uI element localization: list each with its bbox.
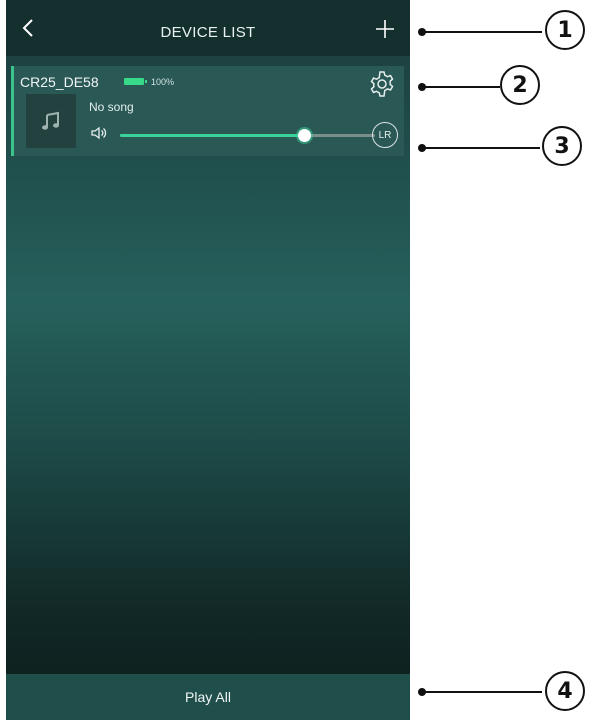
callout-dot: [418, 28, 426, 36]
callout-4: 4: [545, 671, 585, 711]
top-bar: DEVICE LIST: [6, 0, 410, 56]
add-device-button[interactable]: [374, 18, 396, 40]
callout-dot: [418, 144, 426, 152]
callout-line: [420, 147, 540, 149]
device-card[interactable]: CR25_DE58 100% No song LR: [11, 66, 404, 156]
callout-3: 3: [542, 126, 582, 166]
album-art: [26, 94, 76, 148]
plus-icon: [376, 20, 394, 38]
music-note-icon: [42, 111, 59, 130]
volume-slider-handle[interactable]: [297, 129, 311, 142]
callout-line: [420, 31, 542, 33]
device-name: CR25_DE58: [20, 74, 99, 90]
callout-dot: [418, 83, 426, 91]
callout-dot: [418, 688, 426, 696]
battery-icon: [124, 78, 147, 85]
channel-lr-button[interactable]: LR: [372, 122, 398, 148]
battery-percent: 100%: [151, 77, 175, 87]
play-all-button[interactable]: Play All: [6, 674, 410, 720]
page-title: DEVICE LIST: [160, 24, 256, 41]
callout-line: [420, 86, 500, 88]
volume-slider[interactable]: [120, 129, 375, 142]
app-screen: DEVICE LIST CR25_DE58 100% No song LR Pl…: [6, 0, 410, 720]
gear-icon: [370, 71, 394, 97]
callout-line: [420, 691, 542, 693]
callout-2: 2: [500, 65, 540, 105]
volume-icon: [90, 124, 108, 142]
song-title: No song: [89, 100, 134, 114]
callout-1: 1: [545, 10, 585, 50]
volume-slider-fill: [120, 134, 304, 137]
device-settings-button[interactable]: [368, 70, 396, 98]
